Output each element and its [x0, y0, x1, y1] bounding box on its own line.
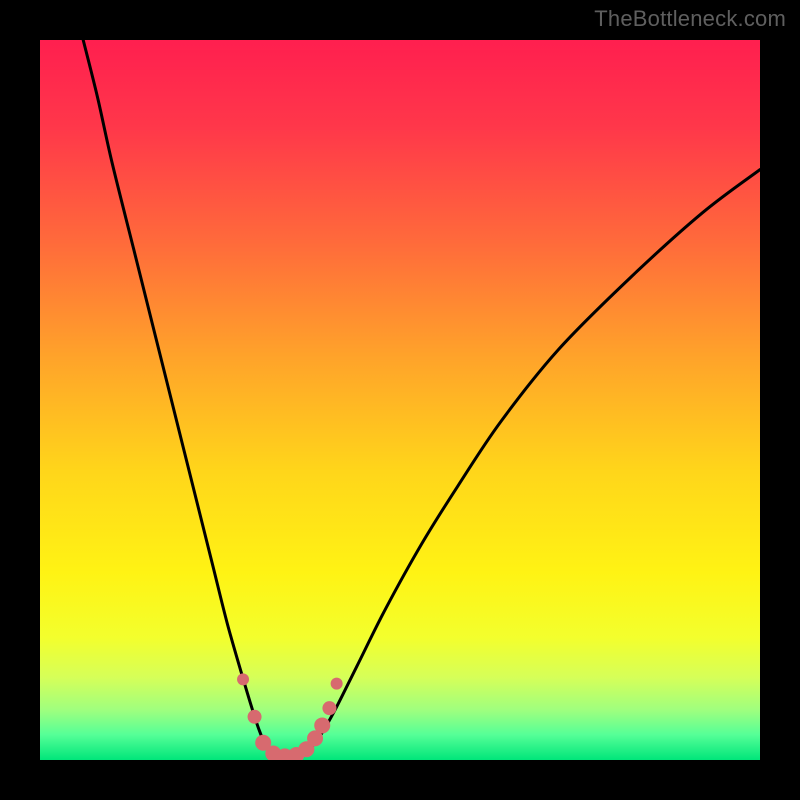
highlight-dot	[331, 678, 343, 690]
chart-root: TheBottleneck.com	[0, 0, 800, 800]
watermark-label: TheBottleneck.com	[594, 6, 786, 32]
highlight-dot	[248, 710, 262, 724]
curve-layer	[40, 40, 760, 760]
highlight-dots-group	[237, 673, 343, 760]
bottleneck-curve	[83, 40, 760, 756]
highlight-dot	[314, 717, 330, 733]
plot-area	[40, 40, 760, 760]
highlight-dot	[237, 673, 249, 685]
highlight-dot	[322, 701, 336, 715]
